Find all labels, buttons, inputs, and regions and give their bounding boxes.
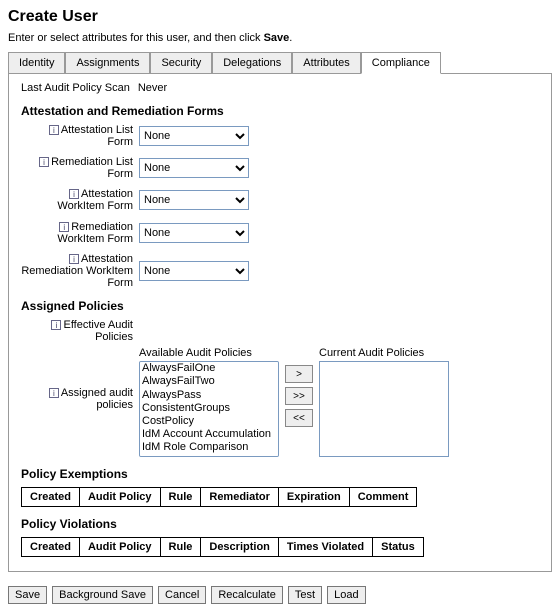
move-addall-button[interactable]: >> [285,387,313,405]
violations-col-status[interactable]: Status [373,538,424,557]
attestation-list-form-label: Attestation List Form [61,124,133,148]
tab-delegations[interactable]: Delegations [212,52,292,73]
policy-option[interactable]: AlwaysPass [140,389,278,402]
info-icon[interactable]: i [59,222,69,232]
exemptions-col-expiration[interactable]: Expiration [278,488,349,507]
exemptions-col-created[interactable]: Created [22,488,80,507]
load-button[interactable]: Load [327,586,365,604]
section-exemptions-header: Policy Exemptions [21,467,539,481]
last-scan-label: Last Audit Policy Scan [21,82,130,94]
move-removeall-button[interactable]: << [285,409,313,427]
tab-bar: Identity Assignments Security Delegation… [8,52,552,74]
info-icon[interactable]: i [49,125,59,135]
violations-col-rule[interactable]: Rule [160,538,201,557]
available-policies-header: Available Audit Policies [139,347,279,359]
available-policies-listbox[interactable]: AlwaysFailOneAlwaysFailTwoAlwaysPassCons… [139,361,279,457]
compliance-panel: Last Audit Policy Scan Never Attestation… [8,74,552,572]
violations-col-created[interactable]: Created [22,538,80,557]
violations-col-description[interactable]: Description [201,538,279,557]
background-save-button[interactable]: Background Save [52,586,153,604]
violations-col-timesviolated[interactable]: Times Violated [278,538,372,557]
remediation-list-form-select[interactable]: None [139,158,249,178]
remediation-list-form-label: Remediation List Form [51,156,133,180]
exemptions-col-auditpolicy[interactable]: Audit Policy [79,488,160,507]
remediation-workitem-form-select[interactable]: None [139,223,249,243]
info-icon[interactable]: i [69,189,79,199]
info-icon[interactable]: i [49,388,59,398]
violations-col-auditpolicy[interactable]: Audit Policy [79,538,160,557]
policy-option[interactable]: ConsistentGroups [140,402,278,415]
policy-option[interactable]: IdM Role Comparison [140,441,278,454]
tab-assignments[interactable]: Assignments [65,52,150,73]
policy-option[interactable]: AlwaysFailOne [140,362,278,375]
policy-option[interactable]: IdM Account Accumulation [140,428,278,441]
info-icon[interactable]: i [39,157,49,167]
attestation-remediation-workitem-form-select[interactable]: None [139,261,249,281]
info-icon[interactable]: i [51,320,61,330]
tab-compliance[interactable]: Compliance [361,52,441,74]
attestation-workitem-form-select[interactable]: None [139,190,249,210]
current-policies-listbox[interactable] [319,361,449,457]
violations-table: Created Audit Policy Rule Description Ti… [21,537,424,557]
section-assigned-header: Assigned Policies [21,299,539,313]
test-button[interactable]: Test [288,586,322,604]
policy-option[interactable]: PurchaseOrderPolicy [140,455,278,458]
exemptions-table: Created Audit Policy Rule Remediator Exp… [21,487,417,507]
policy-option[interactable]: AlwaysFailTwo [140,375,278,388]
exemptions-col-rule[interactable]: Rule [160,488,201,507]
tab-identity[interactable]: Identity [8,52,65,73]
last-scan-value: Never [138,82,167,94]
effective-policies-label: Effective Audit Policies [63,319,133,343]
save-button[interactable]: Save [8,586,47,604]
cancel-button[interactable]: Cancel [158,586,206,604]
current-policies-header: Current Audit Policies [319,347,449,359]
exemptions-col-comment[interactable]: Comment [349,488,417,507]
policy-option[interactable]: CostPolicy [140,415,278,428]
instruction-text: Enter or select attributes for this user… [8,32,552,44]
section-attestation-header: Attestation and Remediation Forms [21,104,539,118]
page-title: Create User [8,8,552,26]
tab-security[interactable]: Security [150,52,212,73]
move-add-button[interactable]: > [285,365,313,383]
attestation-list-form-select[interactable]: None [139,126,249,146]
recalculate-button[interactable]: Recalculate [211,586,282,604]
tab-attributes[interactable]: Attributes [292,52,360,73]
exemptions-col-remediator[interactable]: Remediator [201,488,279,507]
assigned-policies-label: Assigned audit policies [61,387,133,411]
footer-buttons: Save Background Save Cancel Recalculate … [8,586,552,604]
section-violations-header: Policy Violations [21,517,539,531]
info-icon[interactable]: i [69,254,79,264]
